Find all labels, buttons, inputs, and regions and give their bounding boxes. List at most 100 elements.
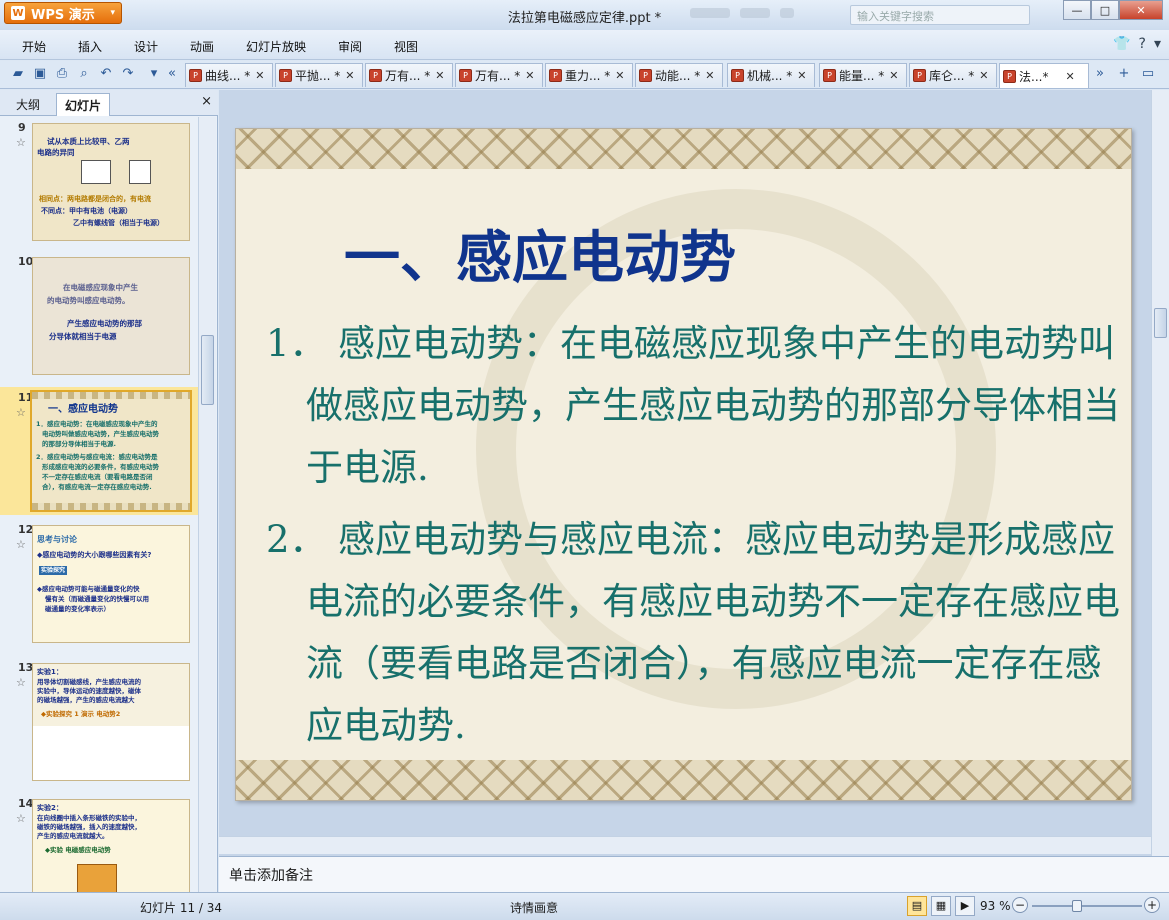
thumb-text: 思考与讨论 xyxy=(37,535,77,544)
zoom-slider[interactable]: − + xyxy=(1012,896,1160,916)
tab-list-icon[interactable]: ▭ xyxy=(1140,66,1156,82)
tab-scroll-right-icon[interactable]: » xyxy=(1092,66,1108,82)
panel-tabs: 大纲 幻灯片 × xyxy=(0,90,218,116)
tab-scroll-left-icon[interactable]: « xyxy=(164,66,180,82)
editor-horizontal-scrollbar[interactable] xyxy=(219,836,1151,854)
ppt-file-icon: P xyxy=(549,69,562,82)
slide-thumb-13[interactable]: 13 ☆ 实验1： 用导体切割磁感线，产生感应电流的 实验中，导体运动的速度越快… xyxy=(0,657,198,789)
doc-tab[interactable]: P 机械... * ✕ xyxy=(727,63,815,87)
close-panel-icon[interactable]: × xyxy=(201,94,212,109)
close-tab-icon[interactable]: ✕ xyxy=(435,69,444,82)
slide-border-top xyxy=(236,129,1131,169)
close-tab-icon[interactable]: ✕ xyxy=(797,69,806,82)
close-tab-icon[interactable]: ✕ xyxy=(1065,70,1074,83)
thumb-text: 不一定存在感应电流（要看电路是否闭 xyxy=(42,473,153,481)
point-text: 感应电动势：在电磁感应现象中产生的电动势叫做感应电动势，产生感应电动势的那部分导… xyxy=(306,322,1120,489)
print-icon[interactable]: ⎙ xyxy=(54,66,70,82)
slide-thumb-9[interactable]: 9 ☆ 试从本质上比较甲、乙两 电路的异同 相同点：两电路都是闭合的，有电流 不… xyxy=(0,117,198,247)
doc-tab[interactable]: P 重力... * ✕ xyxy=(545,63,633,87)
doc-tab-active[interactable]: P 法...* ✕ xyxy=(999,63,1089,88)
slide-thumbnail-list: 9 ☆ 试从本质上比较甲、乙两 电路的异同 相同点：两电路都是闭合的，有电流 不… xyxy=(0,117,198,892)
save-icon[interactable]: ▣ xyxy=(32,66,48,82)
doc-tab[interactable]: P 平抛... * ✕ xyxy=(275,63,363,87)
new-tab-icon[interactable]: + xyxy=(1116,66,1132,82)
menu-review[interactable]: 审阅 xyxy=(338,38,362,55)
doc-tab[interactable]: P 动能... * ✕ xyxy=(635,63,723,87)
menu-home[interactable]: 开始 xyxy=(22,38,46,55)
slide-thumb-14[interactable]: 14 ☆ 实验2： 在向线圈中插入条形磁铁的实验中， 磁铁的磁场越强，插入的速度… xyxy=(0,793,198,892)
ppt-file-icon: P xyxy=(189,69,202,82)
thumb-text: 的磁场越强，产生的感应电流越大 xyxy=(37,696,135,704)
close-tab-icon[interactable]: ✕ xyxy=(525,69,534,82)
login-link[interactable] xyxy=(690,8,730,18)
close-tab-icon[interactable]: ✕ xyxy=(345,69,354,82)
menu-view[interactable]: 视图 xyxy=(394,38,418,55)
slide-point-1[interactable]: 1． 感应电动势：在电磁感应现象中产生的电动势叫做感应电动势，产生感应电动势的那… xyxy=(266,313,1126,499)
thumb-text: ◆感应电动势可能与磁通量变化的快 xyxy=(37,585,140,593)
current-slide[interactable]: 一、感应电动势 1． 感应电动势：在电磁感应现象中产生的电动势叫做感应电动势，产… xyxy=(235,128,1132,801)
doc-tab[interactable]: P 库仑... * ✕ xyxy=(909,63,997,87)
normal-view-icon[interactable]: ▤ xyxy=(907,896,927,916)
slide-thumb-10[interactable]: 10 在电磁感应现象中产生 的电动势叫感应电动势。 产生感应电动势的那部 分导体… xyxy=(0,251,198,383)
quick-access-and-tabs: ▰ ▣ ⎙ ⌕ ↶ ↷ ▾ « P 曲线... * ✕ P 平抛... * ✕ … xyxy=(0,61,1169,89)
slide-sorter-icon[interactable]: ▦ xyxy=(931,896,951,916)
slide-panel-scrollbar[interactable] xyxy=(198,117,216,892)
doc-tab[interactable]: P 能量... * ✕ xyxy=(819,63,907,87)
slide-thumb-11-selected[interactable]: 11 ☆ 一、感应电动势 1．感应电动势：在电磁感应现象中产生的 电动势叫做感应… xyxy=(0,387,198,515)
menu-slideshow[interactable]: 幻灯片放映 xyxy=(246,38,306,55)
ppt-file-icon: P xyxy=(639,69,652,82)
close-tab-icon[interactable]: ✕ xyxy=(255,69,264,82)
zoom-in-icon[interactable]: + xyxy=(1144,897,1160,913)
zoom-knob[interactable] xyxy=(1072,900,1082,912)
redo-icon[interactable]: ↷ xyxy=(120,66,136,82)
undo-icon[interactable]: ↶ xyxy=(98,66,114,82)
maximize-button[interactable]: □ xyxy=(1091,0,1119,20)
minimize-button[interactable]: — xyxy=(1063,0,1091,20)
close-button[interactable]: ✕ xyxy=(1119,0,1163,20)
skin-link[interactable] xyxy=(740,8,770,18)
slide-panel: 大纲 幻灯片 × 9 ☆ 试从本质上比较甲、乙两 电路的异同 相同点：两电路都是… xyxy=(0,90,218,892)
doc-tab[interactable]: P 万有... * ✕ xyxy=(455,63,543,87)
notes-pane[interactable]: 单击添加备注 xyxy=(219,856,1169,892)
thumb-text: ◆感应电动势的大小跟哪些因素有关? xyxy=(37,551,152,559)
play-slideshow-icon[interactable]: ▶ xyxy=(955,896,975,916)
zoom-out-icon[interactable]: − xyxy=(1012,897,1028,913)
close-tab-icon[interactable]: ✕ xyxy=(889,69,898,82)
close-tab-icon[interactable]: ✕ xyxy=(979,69,988,82)
thumb-text: 实验中，导体运动的速度越快，磁体 xyxy=(37,687,141,695)
chevron-down-icon[interactable]: ▾ xyxy=(1154,36,1161,52)
open-folder-icon[interactable]: ▰ xyxy=(10,66,26,82)
doc-tab-label: 万有... * xyxy=(385,69,431,83)
print-preview-icon[interactable]: ⌕ xyxy=(76,66,92,82)
doc-tab-label: 法...* xyxy=(1019,69,1049,84)
thumb-text: 试从本质上比较甲、乙两 xyxy=(47,137,130,146)
menu-design[interactable]: 设计 xyxy=(134,38,158,55)
close-tab-icon[interactable]: ✕ xyxy=(705,69,714,82)
tab-slides[interactable]: 幻灯片 xyxy=(56,93,111,116)
customize-toolbar-icon[interactable]: ▾ xyxy=(146,66,162,82)
close-tab-icon[interactable]: ✕ xyxy=(615,69,624,82)
search-input[interactable]: 输入关键字搜索 xyxy=(850,5,1030,25)
menu-insert[interactable]: 插入 xyxy=(78,38,102,55)
help-icon[interactable]: ? xyxy=(1139,36,1146,52)
doc-tab[interactable]: P 万有... * ✕ xyxy=(365,63,453,87)
slide-thumb-12[interactable]: 12 ☆ 思考与讨论 ◆感应电动势的大小跟哪些因素有关? 实验探究 ◆感应电动势… xyxy=(0,519,198,653)
gear-icon[interactable] xyxy=(780,8,794,18)
app-menu-button[interactable]: W WPS 演示 ▾ xyxy=(4,2,122,24)
title-bar-links xyxy=(690,8,840,22)
doc-tab[interactable]: P 曲线... * ✕ xyxy=(185,63,273,87)
thumb-text: 乙中有螺线管（相当于电源） xyxy=(73,219,164,227)
slide-title[interactable]: 一、感应电动势 xyxy=(344,213,736,294)
menu-animation[interactable]: 动画 xyxy=(190,38,214,55)
slide-point-2[interactable]: 2． 感应电动势与感应电流：感应电动势是形成感应电流的必要条件，有感应电动势不一… xyxy=(266,509,1126,757)
scrollbar-thumb[interactable] xyxy=(201,335,214,405)
editor-vertical-scrollbar[interactable] xyxy=(1151,90,1169,856)
shirt-icon[interactable]: 👕 xyxy=(1113,36,1130,52)
circuit-b-diagram xyxy=(129,160,151,184)
scrollbar-thumb[interactable] xyxy=(1154,308,1167,338)
tab-outline[interactable]: 大纲 xyxy=(8,93,48,116)
animation-star-icon: ☆ xyxy=(16,676,26,689)
thumb-text: 产生感应电动势的那部 xyxy=(67,319,142,328)
zoom-track xyxy=(1032,905,1142,907)
thumb-text: 不同点：甲中有电池（电源） xyxy=(41,207,132,215)
